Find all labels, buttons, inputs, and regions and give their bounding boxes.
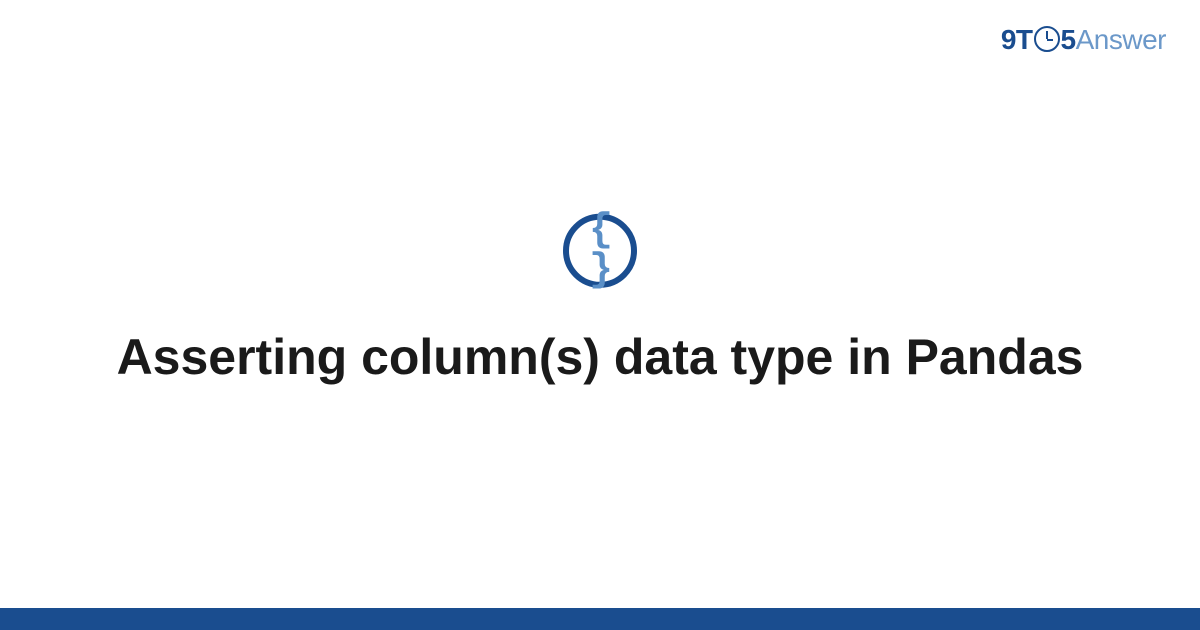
logo-text-9t: 9T [1001,24,1033,55]
clock-icon [1034,26,1060,52]
site-logo: 9T 5Answer [1001,24,1166,56]
braces-glyph: { } [569,211,631,291]
page-title: Asserting column(s) data type in Pandas [0,326,1200,389]
footer-bar [0,608,1200,630]
main-content: { } Asserting column(s) data type in Pan… [0,214,1200,389]
logo-text-5: 5 [1061,24,1076,55]
code-braces-icon: { } [563,214,637,288]
logo-text-answer: Answer [1076,24,1166,55]
